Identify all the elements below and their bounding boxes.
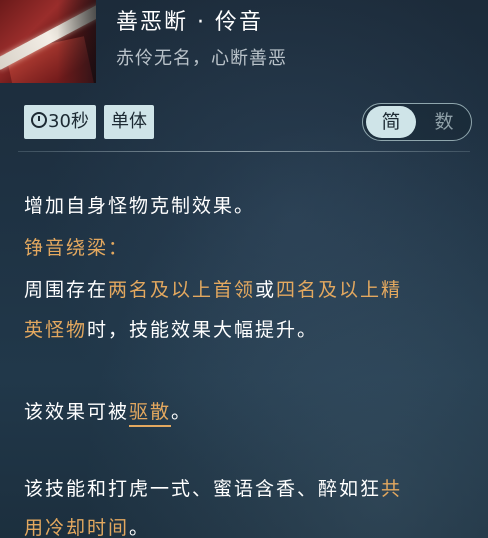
divider: [18, 151, 470, 152]
skill-tooltip-panel: 善恶断 · 伶音 赤伶无名，心断善恶 30秒 单体 简 数 增加自身怪物克制效果…: [0, 0, 488, 538]
highlight-text: 两名及以上首领: [108, 279, 256, 301]
toggle-option-simple[interactable]: 简: [366, 106, 416, 138]
cooldown-badge: 30秒: [24, 105, 96, 139]
description-line: 用冷却时间。: [24, 517, 151, 538]
cooldown-value: 30秒: [48, 111, 89, 132]
skill-icon: [0, 0, 96, 83]
description-line: 该效果可被驱散。: [24, 397, 192, 427]
skill-name: 善恶断 · 伶音: [116, 10, 263, 35]
description-line: 增加自身怪物克制效果。: [24, 195, 256, 217]
description-line: 周围存在两名及以上首领或四名及以上精: [24, 279, 403, 301]
target-type-badge: 单体: [104, 105, 154, 139]
highlight-text: 用冷却时间: [24, 517, 130, 538]
skill-subtitle: 赤伶无名，心断善恶: [116, 48, 287, 69]
highlight-text: 共: [381, 478, 403, 500]
highlight-text: 四名及以上精: [276, 279, 403, 301]
description-line: 该技能和打虎一式、蜜语含香、醉如狂共: [24, 478, 403, 500]
section-title: 铮音绕梁：: [24, 237, 130, 259]
toggle-option-number[interactable]: 数: [419, 106, 469, 138]
highlight-text: 英怪物: [24, 319, 88, 341]
skill-header: 善恶断 · 伶音 赤伶无名，心断善恶: [0, 0, 488, 86]
description-line: 英怪物时，技能效果大幅提升。: [24, 319, 319, 341]
description-mode-toggle[interactable]: 简 数: [362, 103, 472, 141]
clock-icon: [31, 112, 48, 128]
dispel-keyword-link[interactable]: 驱散: [129, 401, 172, 427]
